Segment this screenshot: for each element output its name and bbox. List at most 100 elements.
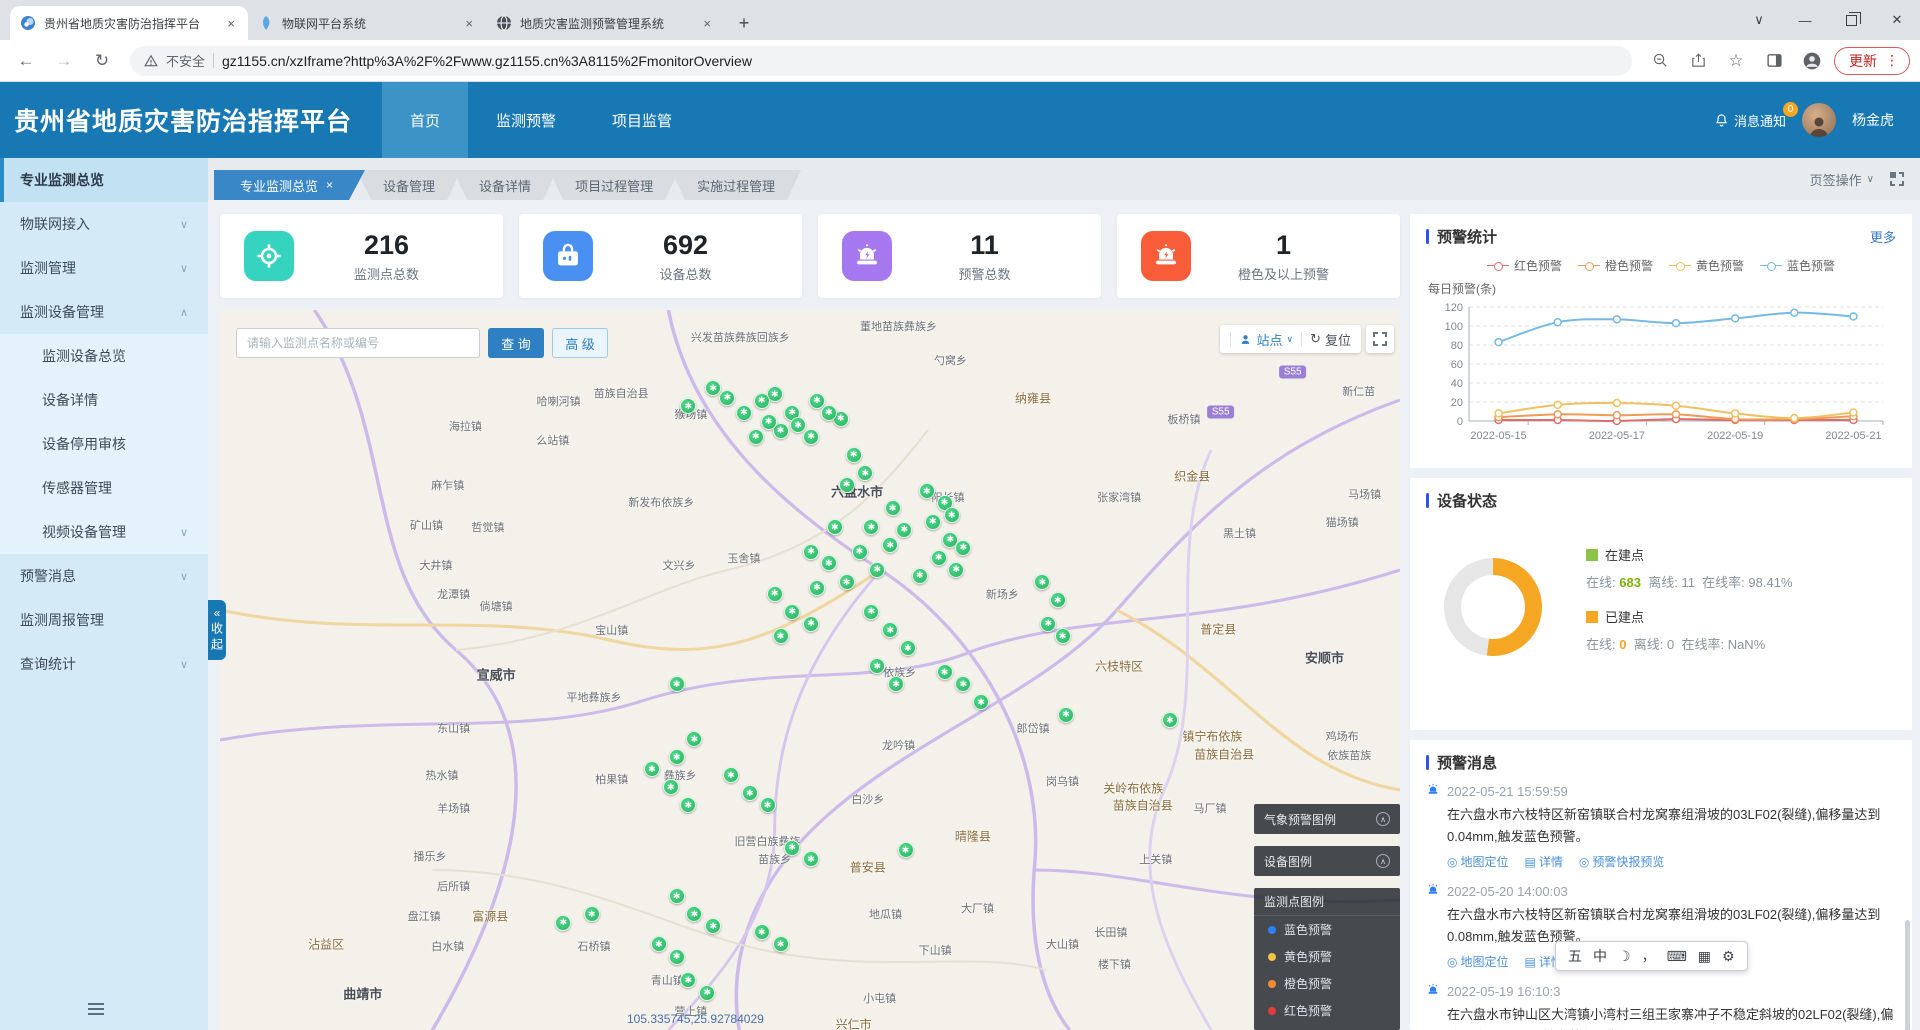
sidebar-item[interactable]: 监测管理∨ bbox=[0, 246, 208, 290]
monitor-point-marker[interactable]: ✱ bbox=[699, 985, 715, 1001]
tab-actions-dropdown[interactable]: 页签操作 ∨ bbox=[1810, 170, 1874, 189]
notifications-button[interactable]: 消息通知 0 bbox=[1714, 111, 1786, 130]
header-nav-item[interactable]: 监测预警 bbox=[468, 82, 584, 158]
forward-button[interactable]: → bbox=[48, 45, 80, 77]
ime-button-2[interactable]: ☽ bbox=[1618, 948, 1631, 965]
monitor-point-marker[interactable]: ✱ bbox=[912, 568, 928, 584]
ime-button-5[interactable]: ▦ bbox=[1698, 948, 1711, 965]
monitor-point-marker[interactable]: ✱ bbox=[809, 580, 825, 596]
monitor-point-marker[interactable]: ✱ bbox=[846, 447, 862, 463]
monitor-point-marker[interactable]: ✱ bbox=[937, 664, 953, 680]
sidebar-item[interactable]: 预警消息∨ bbox=[0, 554, 208, 598]
panel-scrollbar[interactable] bbox=[1905, 920, 1910, 1030]
monitor-point-marker[interactable]: ✱ bbox=[803, 429, 819, 445]
browser-menu-icon[interactable]: ⋮ bbox=[1885, 52, 1899, 69]
share-icon[interactable] bbox=[1682, 45, 1714, 77]
zoom-out-indicator-icon[interactable] bbox=[1644, 45, 1676, 77]
monitor-point-marker[interactable]: ✱ bbox=[754, 393, 770, 409]
monitor-point-marker[interactable]: ✱ bbox=[839, 477, 855, 493]
monitor-point-marker[interactable]: ✱ bbox=[1050, 592, 1066, 608]
monitor-point-marker[interactable]: ✱ bbox=[885, 500, 901, 516]
more-link[interactable]: 更多 bbox=[1870, 227, 1896, 246]
sidebar-item[interactable]: 监测周报管理 bbox=[0, 598, 208, 642]
device-legend-toggle[interactable]: 设备图例 ∧ bbox=[1254, 846, 1400, 876]
points-legend-title[interactable]: 监测点图例 bbox=[1254, 888, 1400, 916]
page-tab[interactable]: 实施过程管理 bbox=[671, 170, 801, 200]
map[interactable]: 兴发苗族彝族回族乡董地苗族彝族乡勺窝乡纳雍县哈喇河镇猴场镇苗族自治县么站镇海拉镇… bbox=[220, 310, 1400, 1030]
ime-button-6[interactable]: ⚙ bbox=[1722, 948, 1735, 965]
monitor-point-marker[interactable]: ✱ bbox=[723, 767, 739, 783]
monitor-point-marker[interactable]: ✱ bbox=[555, 915, 571, 931]
ime-button-0[interactable]: 五 bbox=[1568, 946, 1582, 966]
browser-profile-avatar[interactable] bbox=[1796, 45, 1828, 77]
monitor-search-input[interactable] bbox=[236, 328, 480, 358]
side-panel-icon[interactable] bbox=[1758, 45, 1790, 77]
expand-tabs-icon[interactable] bbox=[1890, 172, 1904, 186]
monitor-point-marker[interactable]: ✱ bbox=[803, 544, 819, 560]
sidebar-item[interactable]: 监测设备管理∧ bbox=[0, 290, 208, 334]
monitor-point-marker[interactable]: ✱ bbox=[584, 906, 600, 922]
sidebar-collapse-button[interactable]: « 收起 bbox=[208, 600, 226, 660]
monitor-point-marker[interactable]: ✱ bbox=[863, 604, 879, 620]
tab-close-icon[interactable]: × bbox=[224, 16, 238, 31]
url-text[interactable]: gz1155.cn/xzIframe?http%3A%2F%2Fwww.gz11… bbox=[222, 53, 752, 69]
monitor-point-marker[interactable]: ✱ bbox=[931, 550, 947, 566]
monitor-point-marker[interactable]: ✱ bbox=[767, 586, 783, 602]
advanced-button[interactable]: 高 级 bbox=[552, 328, 608, 358]
monitor-point-marker[interactable]: ✱ bbox=[896, 522, 912, 538]
monitor-point-marker[interactable]: ✱ bbox=[925, 514, 941, 530]
tab-close-icon[interactable]: × bbox=[462, 16, 476, 31]
restore-button[interactable] bbox=[1828, 0, 1874, 40]
page-tab[interactable]: 设备管理 bbox=[357, 170, 461, 200]
monitor-point-marker[interactable]: ✱ bbox=[760, 797, 776, 813]
minimize-button[interactable]: — bbox=[1782, 0, 1828, 40]
bookmark-star-icon[interactable]: ☆ bbox=[1720, 45, 1752, 77]
chart-legend-item[interactable]: 黄色预警 bbox=[1669, 257, 1744, 274]
sidebar-item[interactable]: 视频设备管理∨ bbox=[0, 510, 208, 554]
monitor-point-marker[interactable]: ✱ bbox=[669, 676, 685, 692]
back-button[interactable]: ← bbox=[10, 45, 42, 77]
monitor-point-marker[interactable]: ✱ bbox=[669, 749, 685, 765]
header-nav-item[interactable]: 项目监管 bbox=[584, 82, 700, 158]
monitor-point-marker[interactable]: ✱ bbox=[1058, 707, 1074, 723]
sidebar-menu-icon[interactable] bbox=[88, 1000, 104, 1018]
monitor-point-marker[interactable]: ✱ bbox=[784, 604, 800, 620]
map-reset-button[interactable]: ↻ 复位 bbox=[1310, 330, 1351, 349]
monitor-point-marker[interactable]: ✱ bbox=[773, 936, 789, 952]
close-window-button[interactable]: ✕ bbox=[1874, 0, 1920, 40]
message-link[interactable]: ◎预警快报预览 bbox=[1579, 853, 1665, 870]
url-bar[interactable]: 不安全 gz1155.cn/xzIframe?http%3A%2F%2Fwww.… bbox=[130, 46, 1632, 76]
monitor-point-marker[interactable]: ✱ bbox=[754, 924, 770, 940]
sidebar-item[interactable]: 传感器管理 bbox=[0, 466, 208, 510]
sidebar-item[interactable]: 设备停用审核 bbox=[0, 422, 208, 466]
monitor-point-marker[interactable]: ✱ bbox=[898, 842, 914, 858]
monitor-point-marker[interactable]: ✱ bbox=[852, 544, 868, 560]
monitor-point-marker[interactable]: ✱ bbox=[821, 405, 837, 421]
page-tab[interactable]: 专业监测总览× bbox=[214, 170, 365, 200]
message-link[interactable]: ▤详情 bbox=[1525, 853, 1563, 870]
username[interactable]: 杨金虎 bbox=[1852, 110, 1894, 130]
page-tab[interactable]: 设备详情 bbox=[453, 170, 557, 200]
chart-legend-item[interactable]: 红色预警 bbox=[1487, 257, 1562, 274]
ime-button-4[interactable]: ⌨ bbox=[1667, 948, 1687, 965]
monitor-point-marker[interactable]: ✱ bbox=[669, 949, 685, 965]
ime-button-1[interactable]: 中 bbox=[1593, 946, 1607, 966]
user-avatar[interactable] bbox=[1802, 103, 1836, 137]
monitor-point-marker[interactable]: ✱ bbox=[761, 414, 777, 430]
map-fullscreen-button[interactable] bbox=[1366, 325, 1394, 353]
query-button[interactable]: 查 询 bbox=[488, 328, 544, 358]
monitor-point-marker[interactable]: ✱ bbox=[955, 540, 971, 556]
monitor-point-marker[interactable]: ✱ bbox=[663, 779, 679, 795]
monitor-point-marker[interactable]: ✱ bbox=[773, 628, 789, 644]
tab-close-icon[interactable]: × bbox=[700, 16, 714, 31]
monitor-point-marker[interactable]: ✱ bbox=[669, 888, 685, 904]
sidebar-item[interactable]: 物联网接入∨ bbox=[0, 202, 208, 246]
reload-button[interactable]: ↻ bbox=[86, 45, 118, 77]
monitor-point-marker[interactable]: ✱ bbox=[742, 785, 758, 801]
weather-legend-toggle[interactable]: 气象预警图例 ∧ bbox=[1254, 804, 1400, 834]
chart-legend-item[interactable]: 橙色预警 bbox=[1578, 257, 1653, 274]
monitor-point-marker[interactable]: ✱ bbox=[803, 616, 819, 632]
browser-tab[interactable]: 贵州省地质灾害防治指挥平台× bbox=[10, 6, 248, 40]
new-tab-button[interactable]: + bbox=[730, 9, 758, 37]
chart-legend-item[interactable]: 蓝色预警 bbox=[1760, 257, 1835, 274]
